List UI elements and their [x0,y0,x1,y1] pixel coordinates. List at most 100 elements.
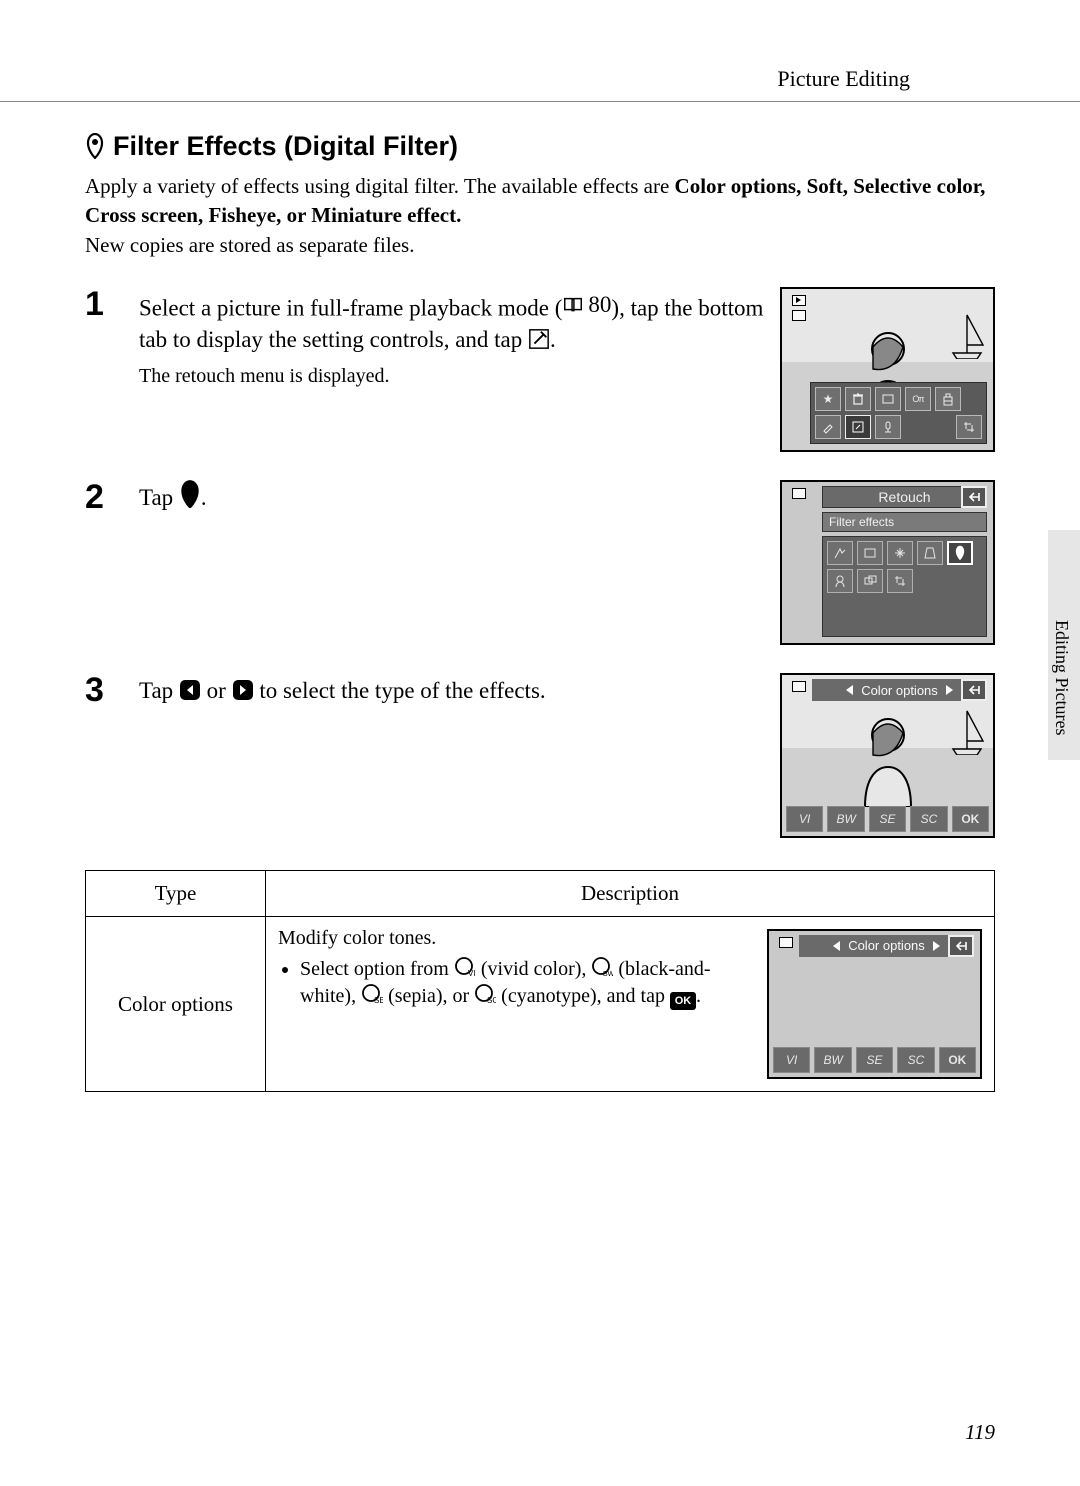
row1-b-sepia: (sepia), or [388,985,469,1007]
back-icon [948,935,974,957]
thumb-icon [792,310,806,321]
left-arrow-icon [846,685,853,695]
opt-cyan-icon: SC [910,806,947,832]
step-3-text-mid: or [207,678,226,703]
row1-lead: Modify color tones. [278,927,436,949]
right-arrow-icon [232,679,254,701]
grid-perspective-icon [917,541,943,565]
step-3: 3 Tap or to select the type of the effec… [85,673,995,838]
col-desc-header: Description [266,871,995,916]
opt-bw-icon: BW [814,1047,851,1073]
col-type-header: Type [86,871,266,916]
running-head: Picture Editing [777,64,910,94]
opt-sepia-icon: SE [361,983,383,1005]
step-1-page-ref: 80 [588,289,611,320]
step-1-text-end: . [550,327,556,352]
page-number: 119 [965,1418,995,1446]
row1-b-vivid: (vivid color), [481,958,587,980]
book-icon [562,294,584,316]
sailboat-icon [947,309,987,359]
right-arrow-icon [933,941,940,951]
opt-vivid-icon: VI [786,806,823,832]
grid-skin-icon [827,569,853,593]
section-title-text: Filter Effects (Digital Filter) [113,128,458,164]
row1-b-cyan: (cyanotype), and tap [501,985,665,1007]
left-arrow-icon [833,941,840,951]
figure-step-1: ★ Oπ [780,287,995,452]
retouch-icon [528,328,550,350]
step-1-number: 1 [85,287,123,321]
step-3-number: 3 [85,673,123,707]
grid-quickretouch-icon [827,541,853,565]
step-2-number: 2 [85,480,123,514]
fig3-title: Color options [861,682,938,700]
sailboat-icon [947,705,987,755]
section-heading: Filter Effects (Digital Filter) [85,128,995,164]
step-1: 1 Select a picture in full-frame playbac… [85,287,995,452]
retouch-toolbar: ★ Oπ [810,382,987,444]
ok-button: OK [939,1047,976,1073]
back-icon [961,486,987,508]
figure-person-icon [853,711,923,807]
step-3-text-b: to select the type of the effects. [259,678,545,703]
row1-fig-title: Color options [848,937,925,955]
opt-vivid-icon: VI [773,1047,810,1073]
toolbar-cut-icon [956,415,982,439]
toolbar-paint-icon [815,415,841,439]
left-arrow-icon [179,679,201,701]
step-1-head: Select a picture in full-frame playback … [139,289,764,355]
toolbar-voice-icon [875,415,901,439]
grid-stretch-icon [887,541,913,565]
opt-cyan-icon: SC [897,1047,934,1073]
table-row: Color options Color options [86,916,995,1091]
row1-fig-options: VI BW SE SC OK [773,1047,976,1073]
grid-small-icon [857,569,883,593]
svg-text:SE: SE [374,996,383,1005]
intro-paragraph: Apply a variety of effects using digital… [85,172,995,259]
right-arrow-icon [946,685,953,695]
intro-text-a: Apply a variety of effects using digital… [85,174,669,198]
row1-b-a: Select option from [300,958,449,980]
grid-dlighting-icon [857,541,883,565]
svg-text:SC: SC [487,996,496,1005]
toolbar-trash-icon [845,387,871,411]
opt-sepia-icon: SE [869,806,906,832]
grid-filter-icon [947,541,973,565]
step-2: 2 Tap . Retouch Filter effects [85,480,995,645]
step-3-text-a: Tap [139,678,173,703]
row1-desc: Color options VI BW SE SC [266,916,995,1091]
playback-icon [792,295,806,306]
toolbar-star-icon: ★ [815,387,841,411]
step-2-head: Tap . [139,482,764,513]
fig2-grid [822,536,987,637]
effects-table: Type Description Color options Color opt… [85,870,995,1091]
thumb-icon [792,681,806,692]
row1-type: Color options [86,916,266,1091]
step-1-sub: The retouch menu is displayed. [139,363,764,390]
intro-text-b: New copies are stored as separate files. [85,233,414,257]
toolbar-slideshow-icon [875,387,901,411]
ok-button: OK [952,806,989,832]
opt-sepia-icon: SE [856,1047,893,1073]
figure-step-2: Retouch Filter effects [780,480,995,645]
figure-step-3: Color options VI BW SE SC OK [780,673,995,838]
grid-crop-icon [887,569,913,593]
opt-bw-icon: BW [827,806,864,832]
step-1-text-a: Select a picture in full-frame playback … [139,296,562,321]
toolbar-print-icon [935,387,961,411]
toolbar-retouch-icon [845,415,871,439]
fig2-subtitle: Filter effects [822,512,987,532]
step-3-head: Tap or to select the type of the effects… [139,675,764,706]
svg-text:VI: VI [468,969,476,978]
opt-vivid-icon: VI [454,956,476,978]
opt-bw-icon: BW [591,956,613,978]
filter-icon [85,133,105,159]
thumb-icon [779,937,793,948]
ok-badge-icon: OK [670,992,696,1010]
thumb-icon [792,488,806,499]
step-2-text-a: Tap [139,485,173,510]
row1-b-end: . [696,985,701,1007]
fig3-options-row: VI BW SE SC OK [786,806,989,832]
step-2-text-b: . [201,485,207,510]
toolbar-protect-icon: Oπ [905,387,931,411]
